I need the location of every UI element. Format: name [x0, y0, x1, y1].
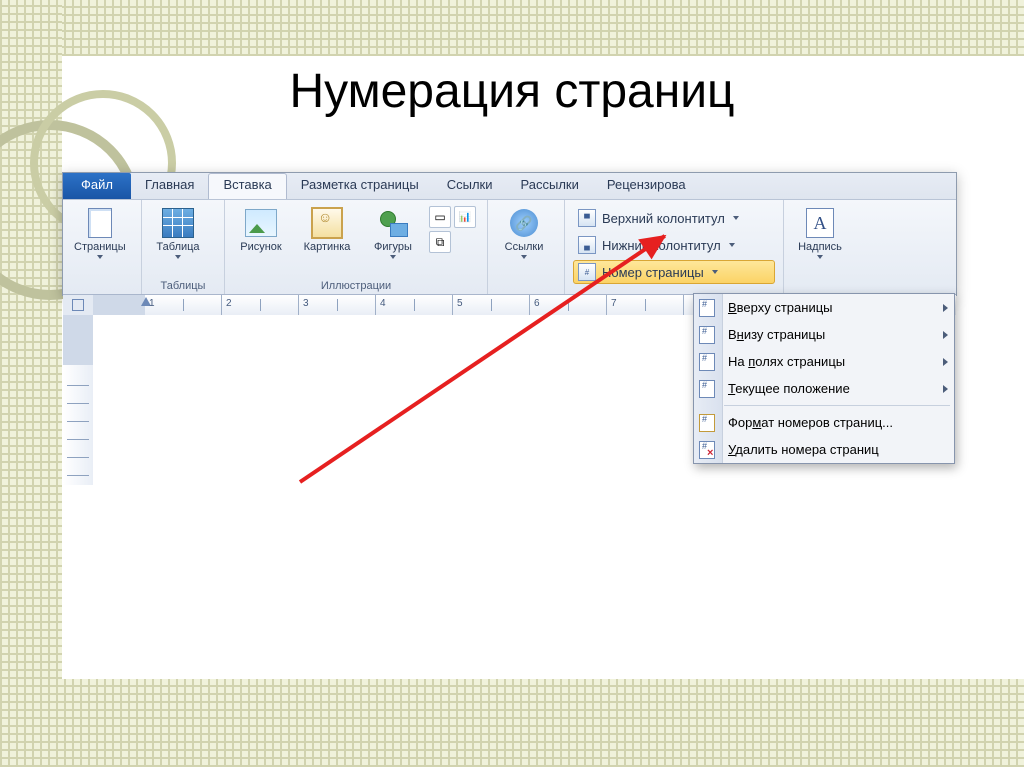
pages-label: Страницы [74, 241, 126, 253]
page-number-menu: Вверху страницы Внизу страницы На полях … [693, 293, 955, 464]
word-window: Файл Главная Вставка Разметка страницы С… [62, 172, 957, 296]
globe-link-icon: 🔗 [508, 207, 540, 239]
chevron-right-icon [943, 385, 948, 393]
menu-bottom-of-page[interactable]: Внизу страницы [694, 321, 954, 348]
ribbon: Страницы Таблица Таблицы [63, 200, 956, 295]
menu-top-of-page[interactable]: Вверху страницы [694, 294, 954, 321]
header-icon: ▀ [578, 209, 596, 227]
menu-page-margins[interactable]: На полях страницы [694, 348, 954, 375]
page-icon [84, 207, 116, 239]
textbox-button[interactable]: A Надпись [790, 204, 850, 262]
page-top-icon [698, 299, 716, 317]
tab-file[interactable]: Файл [63, 173, 131, 199]
chevron-down-icon [97, 255, 103, 259]
tab-review[interactable]: Рецензирова [593, 173, 700, 199]
slide-title: Нумерация страниц [0, 64, 1024, 119]
tab-references[interactable]: Ссылки [433, 173, 507, 199]
table-icon [162, 207, 194, 239]
chevron-down-icon [817, 255, 823, 259]
chevron-down-icon [521, 255, 527, 259]
group-label-illustrations: Иллюстрации [231, 280, 481, 292]
ruler-vertical[interactable] [63, 315, 94, 485]
chevron-down-icon [712, 270, 718, 274]
tab-mailings[interactable]: Рассылки [507, 173, 593, 199]
page-bottom-icon [698, 326, 716, 344]
links-button[interactable]: 🔗 Ссылки [494, 204, 554, 262]
chevron-right-icon [943, 304, 948, 312]
page-number-icon: # [578, 263, 596, 281]
picture-icon [245, 207, 277, 239]
page-number-button[interactable]: # Номер страницы [573, 260, 775, 284]
picture-label: Рисунок [240, 241, 282, 253]
tab-page-layout[interactable]: Разметка страницы [287, 173, 433, 199]
menu-separator [724, 405, 950, 406]
textbox-icon: A [804, 207, 836, 239]
chevron-right-icon [943, 358, 948, 366]
header-button[interactable]: ▀ Верхний колонтитул [573, 206, 775, 230]
menu-label: Удалить номера страниц [728, 442, 879, 457]
chevron-right-icon [943, 331, 948, 339]
textbox-label: Надпись [798, 241, 842, 253]
chart-button[interactable]: 📊 [454, 206, 476, 228]
group-label-tables: Таблицы [148, 280, 218, 292]
menu-label: Текущее положение [728, 381, 850, 396]
group-label-links [494, 280, 558, 292]
links-label: Ссылки [505, 241, 544, 253]
header-label: Верхний колонтитул [602, 211, 725, 226]
smartart-button[interactable]: ▭ [429, 206, 451, 228]
menu-remove-page-numbers[interactable]: × Удалить номера страниц [694, 436, 954, 463]
table-button-label: Таблица [156, 241, 199, 253]
chevron-down-icon [390, 255, 396, 259]
ribbon-tabs: Файл Главная Вставка Разметка страницы С… [63, 173, 956, 200]
screenshot-button[interactable]: ⧉ [429, 231, 451, 253]
menu-label: Вверху страницы [728, 300, 833, 315]
slide-bg-top [0, 0, 1024, 56]
group-label-pages [69, 280, 135, 292]
table-button[interactable]: Таблица [148, 204, 208, 262]
tab-insert[interactable]: Вставка [208, 173, 286, 199]
pages-button[interactable]: Страницы [69, 204, 131, 262]
tab-home[interactable]: Главная [131, 173, 208, 199]
footer-icon: ▄ [578, 236, 596, 254]
slide-bg-bottom [0, 679, 1024, 767]
format-icon [698, 414, 716, 432]
shapes-button[interactable]: Фигуры [363, 204, 423, 262]
page-margins-icon [698, 353, 716, 371]
clipart-button[interactable]: Картинка [297, 204, 357, 256]
menu-label: Формат номеров страниц... [728, 415, 893, 430]
chevron-down-icon [733, 216, 739, 220]
menu-format-page-numbers[interactable]: Формат номеров страниц... [694, 409, 954, 436]
chevron-down-icon [729, 243, 735, 247]
shapes-label: Фигуры [374, 241, 412, 253]
ruler-corner[interactable] [63, 295, 94, 316]
menu-current-position[interactable]: Текущее положение [694, 375, 954, 402]
chevron-down-icon [175, 255, 181, 259]
footer-button[interactable]: ▄ Нижний колонтитул [573, 233, 775, 257]
clipart-icon [311, 207, 343, 239]
current-position-icon [698, 380, 716, 398]
picture-button[interactable]: Рисунок [231, 204, 291, 256]
menu-label: На полях страницы [728, 354, 845, 369]
illustration-small-buttons: ▭ 📊 ⧉ [429, 204, 476, 278]
menu-label: Внизу страницы [728, 327, 825, 342]
remove-icon: × [698, 441, 716, 459]
group-label-text [790, 280, 860, 292]
clipart-label: Картинка [304, 241, 351, 253]
shapes-icon [377, 207, 409, 239]
